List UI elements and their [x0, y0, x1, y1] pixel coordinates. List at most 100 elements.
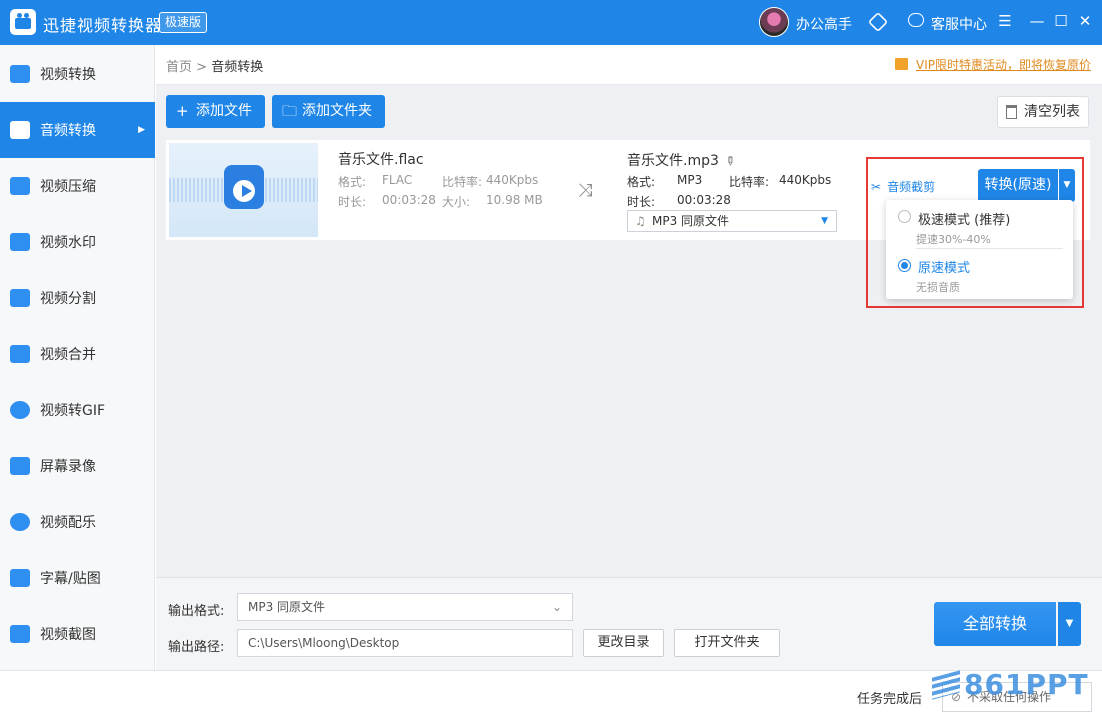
add-file-button[interactable]: + 添加文件: [166, 95, 265, 128]
screenshot-icon: [10, 625, 30, 643]
target-bitrate: 440Kpbs: [779, 173, 832, 187]
sidebar-item-label: 视频截图: [40, 627, 96, 643]
sidebar-item-label: 视频水印: [40, 235, 96, 251]
watermark-text: 861PPT: [964, 668, 1089, 701]
source-size: 10.98 MB: [486, 193, 543, 207]
vip-icon[interactable]: [867, 11, 889, 33]
chevron-down-icon: ⌄: [551, 600, 562, 614]
app-title: 迅捷视频转换器: [43, 16, 163, 35]
user-name[interactable]: 办公高手: [796, 14, 852, 34]
sidebar-item-label: 字幕/贴图: [40, 571, 101, 587]
output-format-select-value: MP3 同原文件: [652, 214, 730, 228]
breadcrumb-home[interactable]: 首页: [166, 60, 192, 75]
main-panel: 首页 > 音频转换 VIP限时特惠活动，即将恢复原价 + 添加文件 🗀 添加文件…: [156, 45, 1102, 577]
watermark-logo: 861PPT: [932, 668, 1089, 701]
speed-option-sub: 提速30%-40%: [916, 233, 991, 246]
edit-icon[interactable]: ✎: [721, 152, 738, 169]
user-avatar[interactable]: [759, 7, 789, 37]
screen-record-icon: [10, 457, 30, 475]
target-bitrate-label: 比特率:: [729, 175, 770, 189]
clear-list-button[interactable]: 清空列表: [997, 96, 1089, 128]
speed-option-title[interactable]: 极速模式 (推荐): [918, 209, 1010, 228]
edition-badge: 极速版: [159, 12, 208, 33]
source-file-name: 音乐文件.flac: [338, 152, 424, 168]
folder-icon: 🗀: [282, 102, 298, 120]
gift-icon: [895, 58, 908, 70]
title-bar: 迅捷视频转换器 极速版 办公高手 客服中心 ☰ — ☐ ✕: [0, 0, 1102, 45]
target-file-name: 音乐文件.mp3 ✎: [627, 150, 738, 170]
sidebar-item-subtitle-sticker[interactable]: 字幕/贴图: [0, 550, 155, 606]
clear-list-label: 清空列表: [1024, 104, 1080, 120]
menu-icon[interactable]: ☰: [994, 10, 1016, 32]
sidebar: 视频转换 音频转换 ▶ 视频压缩 视频水印 视频分割 视频合并 视频转GIF 屏…: [0, 45, 155, 670]
menu-divider: [916, 248, 1063, 249]
music-icon: [10, 513, 30, 531]
output-settings: 输出格式: MP3 同原文件 ⌄ 输出路径: C:\Users\Mloong\D…: [156, 577, 1102, 670]
customer-service-link[interactable]: 客服中心: [931, 14, 987, 34]
promo-text[interactable]: VIP限时特惠活动，即将恢复原价: [916, 58, 1091, 72]
layers-icon: [932, 670, 960, 700]
sidebar-item-video-convert[interactable]: 视频转换: [0, 46, 155, 102]
close-icon[interactable]: ✕: [1074, 10, 1096, 32]
maximize-icon[interactable]: ☐: [1050, 10, 1072, 32]
sidebar-item-video-screenshot[interactable]: 视频截图: [0, 606, 155, 662]
output-format-select[interactable]: ♫ MP3 同原文件 ▼: [627, 210, 837, 232]
source-bitrate-label: 比特率:: [442, 175, 483, 189]
output-path-field[interactable]: C:\Users\Mloong\Desktop: [237, 629, 573, 657]
sidebar-item-video-to-gif[interactable]: 视频转GIF: [0, 382, 155, 438]
add-folder-button[interactable]: 🗀 添加文件夹: [272, 95, 385, 128]
source-format: FLAC: [382, 173, 413, 187]
change-directory-button[interactable]: 更改目录: [583, 629, 664, 657]
speed-option-title[interactable]: 原速模式: [918, 257, 970, 276]
sidebar-item-label: 视频合并: [40, 347, 96, 363]
open-folder-button[interactable]: 打开文件夹: [674, 629, 780, 657]
watermark-icon: [10, 233, 30, 251]
minimize-icon[interactable]: —: [1026, 10, 1048, 32]
sidebar-item-video-merge[interactable]: 视频合并: [0, 326, 155, 382]
radio-unchecked-icon[interactable]: [898, 210, 911, 223]
trash-icon: [1006, 105, 1017, 119]
gif-icon: [10, 401, 30, 419]
sidebar-item-label: 视频转GIF: [40, 403, 106, 419]
output-format-value: MP3 同原文件: [248, 600, 326, 614]
sticker-icon: [10, 569, 30, 587]
sidebar-item-video-watermark[interactable]: 视频水印: [0, 214, 155, 270]
dropdown-arrow-icon: ▼: [821, 216, 828, 226]
sidebar-item-video-compress[interactable]: 视频压缩: [0, 158, 155, 214]
play-icon[interactable]: [231, 178, 257, 204]
sidebar-item-label: 视频转换: [40, 67, 96, 83]
target-duration: 00:03:28: [677, 193, 731, 207]
source-duration: 00:03:28: [382, 193, 436, 207]
music-note-icon: ♫: [635, 214, 646, 228]
sidebar-item-screen-record[interactable]: 屏幕录像: [0, 438, 155, 494]
audio-convert-icon: [10, 121, 30, 139]
app-logo-icon: [10, 9, 36, 35]
add-file-label: 添加文件: [196, 103, 252, 119]
breadcrumb: 首页 > 音频转换: [166, 56, 263, 75]
split-icon: [10, 289, 30, 307]
chat-icon[interactable]: [908, 13, 924, 27]
radio-checked-icon[interactable]: [898, 259, 911, 272]
sidebar-item-label: 视频分割: [40, 291, 96, 307]
sidebar-item-video-music[interactable]: 视频配乐: [0, 494, 155, 550]
convert-all-dropdown[interactable]: ▼: [1058, 602, 1081, 646]
target-format: MP3: [677, 173, 703, 187]
sidebar-item-audio-convert[interactable]: 音频转换 ▶: [0, 102, 155, 158]
sidebar-item-video-split[interactable]: 视频分割: [0, 270, 155, 326]
task-complete-label: 任务完成后: [857, 692, 923, 707]
audio-thumbnail: [169, 143, 318, 237]
breadcrumb-current: 音频转换: [211, 60, 264, 75]
video-convert-icon: [10, 65, 30, 83]
source-size-label: 大小:: [442, 195, 471, 209]
plus-icon: +: [176, 102, 189, 120]
output-format-dropdown[interactable]: MP3 同原文件 ⌄: [237, 593, 573, 621]
convert-all-button[interactable]: 全部转换: [934, 602, 1056, 646]
target-format-label: 格式:: [627, 175, 656, 189]
shuffle-icon: ⤨: [578, 180, 593, 201]
compress-icon: [10, 177, 30, 195]
sidebar-item-label: 视频配乐: [40, 515, 96, 531]
promo-link[interactable]: VIP限时特惠活动，即将恢复原价: [895, 56, 1091, 73]
speed-option-sub: 无损音质: [916, 281, 960, 294]
sidebar-item-label: 音频转换: [40, 123, 96, 139]
output-path-label: 输出路径:: [168, 640, 225, 655]
